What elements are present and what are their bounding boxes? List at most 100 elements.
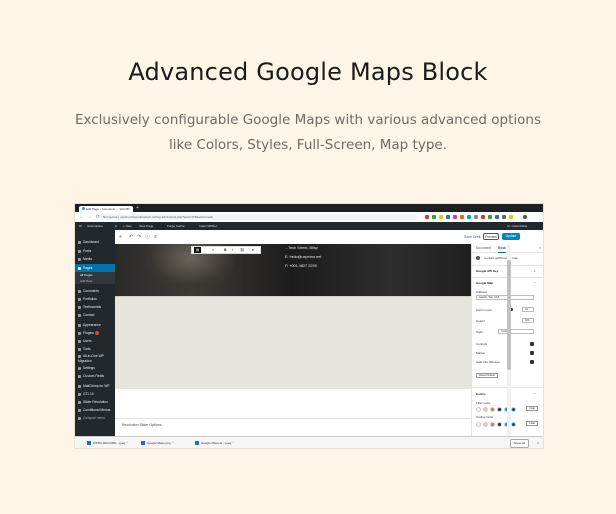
- sidebar-item-conditional-menus[interactable]: Conditional Menus: [75, 406, 115, 414]
- align-icon[interactable]: ≡: [212, 247, 214, 253]
- update-button[interactable]: Update: [502, 233, 520, 240]
- chevron-up-icon[interactable]: ^: [534, 392, 535, 396]
- sidebar-item-migration[interactable]: All-in-One WP Migration: [75, 353, 115, 363]
- outline-color-swatch[interactable]: [483, 422, 488, 427]
- close-icon[interactable]: ×: [539, 244, 541, 252]
- reset-default-button[interactable]: Reset Default: [476, 373, 498, 378]
- save-draft-button[interactable]: Save Draft: [464, 234, 481, 240]
- extension-icon[interactable]: [474, 215, 478, 219]
- tab-document[interactable]: Document: [476, 244, 491, 252]
- sidebar-item-media[interactable]: Media: [75, 255, 115, 263]
- extension-icon[interactable]: [453, 215, 457, 219]
- bold-button[interactable]: B: [224, 247, 227, 253]
- extension-icon[interactable]: [481, 215, 485, 219]
- sidebar-item-contact[interactable]: Contact: [75, 311, 115, 319]
- sidebar-item-mailchimp[interactable]: MailChimp for WP: [75, 382, 115, 390]
- extension-icon[interactable]: [509, 215, 513, 219]
- show-all-button[interactable]: Show all: [509, 439, 529, 448]
- sidebar-item-tools[interactable]: Tools: [75, 345, 115, 353]
- preview-button[interactable]: Preview: [483, 233, 499, 240]
- sidebar-item-settings[interactable]: Settings: [75, 364, 115, 372]
- profile-avatar[interactable]: [523, 215, 527, 219]
- paragraph-style-icon[interactable]: ▤: [194, 247, 202, 253]
- filter-color-swatch[interactable]: [497, 407, 502, 412]
- extension-icon[interactable]: [467, 215, 471, 219]
- section-colors[interactable]: Colors: [476, 392, 486, 396]
- link-icon[interactable]: ⛓: [240, 247, 244, 253]
- controls-toggle[interactable]: [530, 342, 534, 346]
- sidebar-item-plugins[interactable]: Plugins: [75, 329, 115, 337]
- new-tab-button[interactable]: +: [136, 206, 139, 211]
- filter-color-swatch[interactable]: [483, 407, 488, 412]
- extension-icon[interactable]: [502, 215, 506, 219]
- extension-icon[interactable]: [425, 215, 429, 219]
- redo-icon[interactable]: ↷: [137, 234, 141, 240]
- download-item[interactable]: WPRU-RECORD....jpeg ⌃: [87, 439, 129, 447]
- section-google-map[interactable]: Google Map: [476, 281, 493, 285]
- sidebar-sub-add-new[interactable]: Add New: [75, 278, 115, 284]
- sidebar-item-custom-fields[interactable]: Custom Fields: [75, 372, 115, 380]
- filter-color-swatch[interactable]: [511, 407, 516, 412]
- extension-icon[interactable]: [488, 215, 492, 219]
- nav-buttons[interactable]: ← → ⟳: [79, 214, 101, 220]
- close-icon[interactable]: ×: [537, 439, 539, 447]
- section-google-api[interactable]: Google API Key: [476, 269, 498, 273]
- wp-logo-icon[interactable]: W: [79, 222, 82, 230]
- scrollbar-thumb[interactable]: [507, 260, 511, 370]
- address-input[interactable]: Seattle, WA, USA: [476, 295, 534, 300]
- admin-bar-insert[interactable]: Insert WPRec: [199, 222, 218, 230]
- extension-icon[interactable]: [460, 215, 464, 219]
- outline-color-swatch[interactable]: [476, 422, 481, 427]
- more-formats-icon[interactable]: ▾: [252, 247, 254, 253]
- admin-bar-purge-cache[interactable]: Purge Cache: [167, 222, 185, 230]
- zoom-input[interactable]: 12: [522, 307, 534, 312]
- sidebar-item-comments[interactable]: Comments: [75, 287, 115, 295]
- admin-bar-site[interactable]: Gwendoline: [87, 222, 103, 230]
- admin-bar-user[interactable]: Hi, Gwendoline: [507, 222, 527, 230]
- tab-block[interactable]: Block: [498, 244, 507, 253]
- sidebar-item-testimonials[interactable]: Testimonials: [75, 303, 115, 311]
- sidebar-item-gtl-ui[interactable]: GTL UI: [75, 390, 115, 398]
- download-item[interactable]: Google Maps.png ⌃: [141, 439, 174, 447]
- marker-toggle[interactable]: [530, 351, 534, 355]
- chevron-up-icon[interactable]: ^: [534, 281, 535, 285]
- google-map-block[interactable]: [115, 296, 507, 389]
- outline-color-swatch[interactable]: [490, 422, 495, 427]
- sidebar-item-pages[interactable]: Pages: [75, 264, 115, 272]
- add-block-icon[interactable]: +: [119, 234, 122, 240]
- undo-icon[interactable]: ↶: [129, 234, 133, 240]
- style-select[interactable]: Custom: [498, 329, 534, 334]
- sidebar-item-portfolios[interactable]: Portfolios: [75, 295, 115, 303]
- admin-bar-view-page[interactable]: View Page: [139, 222, 153, 230]
- sidebar-item-slider-revolution[interactable]: Slider Revolution: [75, 398, 115, 406]
- extension-icon[interactable]: [432, 215, 436, 219]
- filter-color-swatch[interactable]: [476, 407, 481, 412]
- info-window-toggle[interactable]: [530, 360, 534, 364]
- filter-clear-button[interactable]: Clear: [526, 406, 539, 411]
- outline-color-swatch[interactable]: [497, 422, 502, 427]
- sidebar-item-appearance[interactable]: Appearance: [75, 321, 115, 329]
- info-icon[interactable]: ⓘ: [145, 234, 150, 240]
- extension-icon[interactable]: [446, 215, 450, 219]
- outline-icon[interactable]: ≡: [154, 234, 157, 240]
- sidebar-item-dashboard[interactable]: Dashboard: [75, 238, 115, 246]
- revolution-slider-meta-box[interactable]: Revolution Slider Options ▲: [115, 418, 507, 430]
- italic-button[interactable]: I: [232, 247, 233, 253]
- chevron-down-icon[interactable]: v: [534, 269, 536, 273]
- canvas-scrollbar[interactable]: [507, 244, 511, 436]
- height-input[interactable]: 400: [522, 318, 534, 323]
- outline-clear-button[interactable]: Clear: [526, 421, 539, 426]
- filter-color-swatch[interactable]: [490, 407, 495, 412]
- extension-icon[interactable]: [439, 215, 443, 219]
- download-item[interactable]: Google Maps Al....jpeg ⌃: [195, 439, 235, 447]
- sidebar-item-posts[interactable]: Posts: [75, 247, 115, 255]
- url-field[interactable]: Not secure | uxprimo.themekinstruct.net/…: [99, 214, 417, 220]
- sidebar-item-users[interactable]: Users: [75, 337, 115, 345]
- sidebar-collapse-menu[interactable]: Collapse menu: [75, 414, 115, 422]
- outline-color-swatch[interactable]: [511, 422, 516, 427]
- extension-icon[interactable]: [495, 215, 499, 219]
- portfolio-icon: [78, 297, 81, 301]
- admin-bar-new[interactable]: + New: [123, 222, 132, 230]
- admin-bar-comments[interactable]: 0: [115, 222, 117, 230]
- hero-image-block[interactable]: ...Tech Street, Bilsp E. hello@uxprimo.n…: [115, 244, 507, 296]
